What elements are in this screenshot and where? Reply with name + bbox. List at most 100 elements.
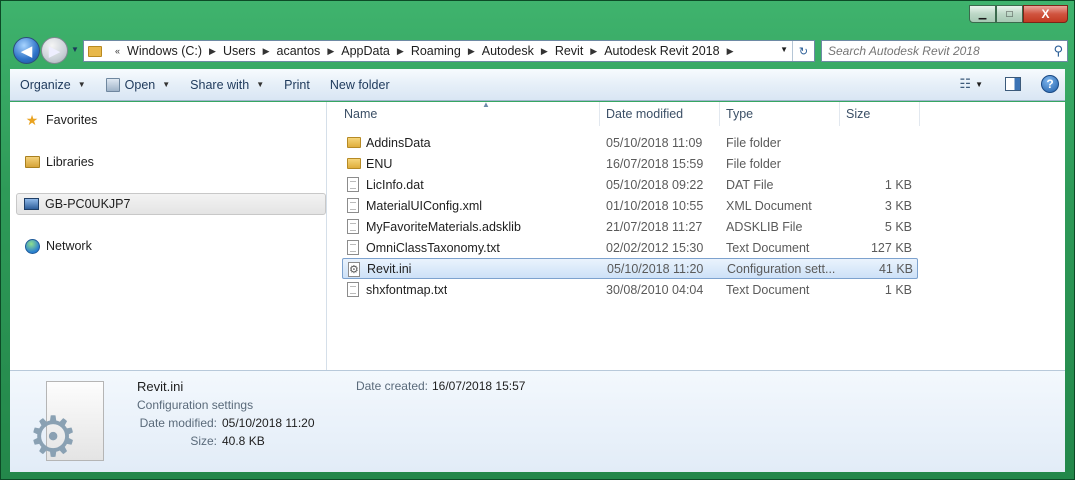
details-size-value: 40.8 KB <box>222 434 265 448</box>
file-type: XML Document <box>726 198 812 213</box>
breadcrumb-autodesk-revit-2018[interactable]: Autodesk Revit 2018 <box>604 44 719 58</box>
chevron-right-icon[interactable]: ▶ <box>327 46 334 57</box>
file-type: Text Document <box>726 240 810 255</box>
chevron-right-icon[interactable]: ▶ <box>727 46 734 57</box>
preview-pane-icon[interactable] <box>1005 77 1021 91</box>
address-dropdown-icon[interactable]: ▼ <box>780 45 788 54</box>
file-icon <box>347 177 359 192</box>
file-row[interactable]: shxfontmap.txt 30/08/2010 04:04 Text Docum… <box>342 279 918 300</box>
chevron-right-icon[interactable]: ▶ <box>209 46 216 57</box>
breadcrumb-users[interactable]: Users <box>223 44 256 58</box>
file-type: DAT File <box>726 177 774 192</box>
breadcrumb-windows-c[interactable]: Windows (C:) <box>127 44 202 58</box>
file-row[interactable]: LicInfo.dat 05/10/2018 09:22 DAT File 1 KB <box>342 174 918 195</box>
organize-button[interactable]: Organize ▼ <box>10 74 96 96</box>
config-file-icon <box>348 262 360 277</box>
address-bar[interactable]: « Windows (C:) ▶ Users ▶ acantos ▶ AppDa… <box>83 40 815 62</box>
details-size-label: Size: <box>190 434 217 448</box>
nav-item-computer[interactable]: GB-PC0UKJP7 <box>16 193 326 215</box>
file-row[interactable]: OmniClassTaxonomy.txt 02/02/2012 15:30 Tex… <box>342 237 918 258</box>
column-header-type[interactable]: Type <box>726 102 840 126</box>
star-icon: ★ <box>25 111 39 128</box>
column-header-date[interactable]: Date modified <box>606 102 720 126</box>
navigation-bar: ◀ ▶ ▼ « Windows (C:) ▶ Users ▶ acantos ▶… <box>9 37 1068 67</box>
file-date-modified: 16/07/2018 15:59 <box>606 156 704 171</box>
chevron-right-icon[interactable]: ▶ <box>263 46 270 57</box>
breadcrumb-revit[interactable]: Revit <box>555 44 583 58</box>
refresh-icon[interactable]: ↻ <box>792 41 814 61</box>
file-row[interactable]: Revit.ini 05/10/2018 11:20 Configuration s… <box>342 258 918 279</box>
maximize-button[interactable]: □ <box>996 5 1023 23</box>
share-with-button[interactable]: Share with ▼ <box>180 74 274 96</box>
file-name: AddinsData <box>366 135 431 150</box>
folder-icon <box>347 158 361 169</box>
file-date-modified: 21/07/2018 11:27 <box>606 219 703 234</box>
breadcrumb-appdata[interactable]: AppData <box>341 44 390 58</box>
details-created-value: 16/07/2018 15:57 <box>432 379 526 393</box>
navigation-pane[interactable]: ★ Favorites Libraries GB-PC0UKJP7 Networ… <box>10 102 327 370</box>
chevron-down-icon[interactable]: ▼ <box>975 80 983 89</box>
file-size: 127 KB <box>870 240 912 255</box>
file-date-modified: 05/10/2018 11:09 <box>606 135 703 150</box>
breadcrumb-acantos[interactable]: acantos <box>277 44 321 58</box>
nav-item-label: GB-PC0UKJP7 <box>45 197 131 211</box>
computer-icon <box>23 196 39 212</box>
file-size: 5 KB <box>884 219 912 234</box>
details-modified-value: 05/10/2018 11:20 <box>222 416 315 430</box>
search-input[interactable] <box>828 44 1043 58</box>
chevron-right-icon[interactable]: ▶ <box>468 46 475 57</box>
chevron-right-icon[interactable]: ▶ <box>397 46 404 57</box>
file-row[interactable]: MaterialUIConfig.xml 01/10/2018 10:55 XML … <box>342 195 918 216</box>
back-button[interactable]: ◀ <box>13 37 40 64</box>
nav-item-label: Network <box>46 239 92 253</box>
file-type: File folder <box>726 156 781 171</box>
open-label: Open <box>124 77 156 92</box>
column-header-size[interactable]: Size <box>846 102 920 126</box>
file-row[interactable]: ENU 16/07/2018 15:59 File folder <box>342 153 918 174</box>
column-header-name[interactable]: Name ▲ <box>344 100 600 126</box>
print-button[interactable]: Print <box>274 74 320 96</box>
file-size: 3 KB <box>884 198 912 213</box>
open-button[interactable]: Open ▼ <box>96 74 181 96</box>
forward-button[interactable]: ▶ <box>41 37 68 64</box>
open-icon <box>105 77 120 92</box>
config-file-large-icon: ⚙ <box>24 379 110 467</box>
file-type: ADSKLIB File <box>726 219 803 234</box>
details-pane: ⚙ Revit.ini Configuration settings Date … <box>10 370 1065 472</box>
details-created-label: Date created: <box>355 379 428 393</box>
file-name: shxfontmap.txt <box>366 282 448 297</box>
nav-item-favorites[interactable]: ★ Favorites <box>24 111 98 128</box>
change-view-icon[interactable]: ☷ <box>959 76 971 92</box>
organize-label: Organize <box>20 77 71 92</box>
file-date-modified: 02/02/2012 15:30 <box>606 240 704 255</box>
minimize-button[interactable]: ▁ <box>969 5 996 23</box>
close-button[interactable]: X <box>1023 5 1068 23</box>
text-file-icon <box>347 282 359 297</box>
new-folder-button[interactable]: New folder <box>320 74 400 96</box>
file-size: 1 KB <box>884 282 912 297</box>
file-size: 41 KB <box>878 261 913 276</box>
breadcrumb-roaming[interactable]: Roaming <box>411 44 461 58</box>
file-row[interactable]: MyFavoriteMaterials.adsklib 21/07/2018 11… <box>342 216 918 237</box>
file-type: Configuration sett... <box>727 261 836 276</box>
file-row[interactable]: AddinsData 05/10/2018 11:09 File folder <box>342 132 918 153</box>
folder-icon <box>88 45 102 57</box>
chevron-down-icon: ▼ <box>162 80 171 89</box>
chevron-right-icon[interactable]: ▶ <box>541 46 548 57</box>
search-icon[interactable]: ⚲ <box>1053 43 1063 59</box>
file-list: Name ▲ Date modified Type Size AddinsDat… <box>328 100 1065 370</box>
breadcrumb-overflow[interactable]: « <box>115 46 120 56</box>
chevron-right-icon[interactable]: ▶ <box>590 46 597 57</box>
nav-item-label: Libraries <box>46 155 94 169</box>
nav-item-network[interactable]: Network <box>24 238 92 254</box>
file-date-modified: 05/10/2018 09:22 <box>606 177 704 192</box>
recent-pages-dropdown[interactable]: ▼ <box>71 45 79 54</box>
file-name: Revit.ini <box>367 261 412 276</box>
nav-item-label: Favorites <box>46 113 98 127</box>
help-icon[interactable]: ? <box>1041 75 1059 93</box>
breadcrumb-autodesk[interactable]: Autodesk <box>482 44 534 58</box>
sort-ascending-icon: ▲ <box>482 100 490 109</box>
search-box: ⚲ <box>821 40 1068 62</box>
nav-item-libraries[interactable]: Libraries <box>24 154 94 170</box>
file-date-modified: 30/08/2010 04:04 <box>606 282 704 297</box>
